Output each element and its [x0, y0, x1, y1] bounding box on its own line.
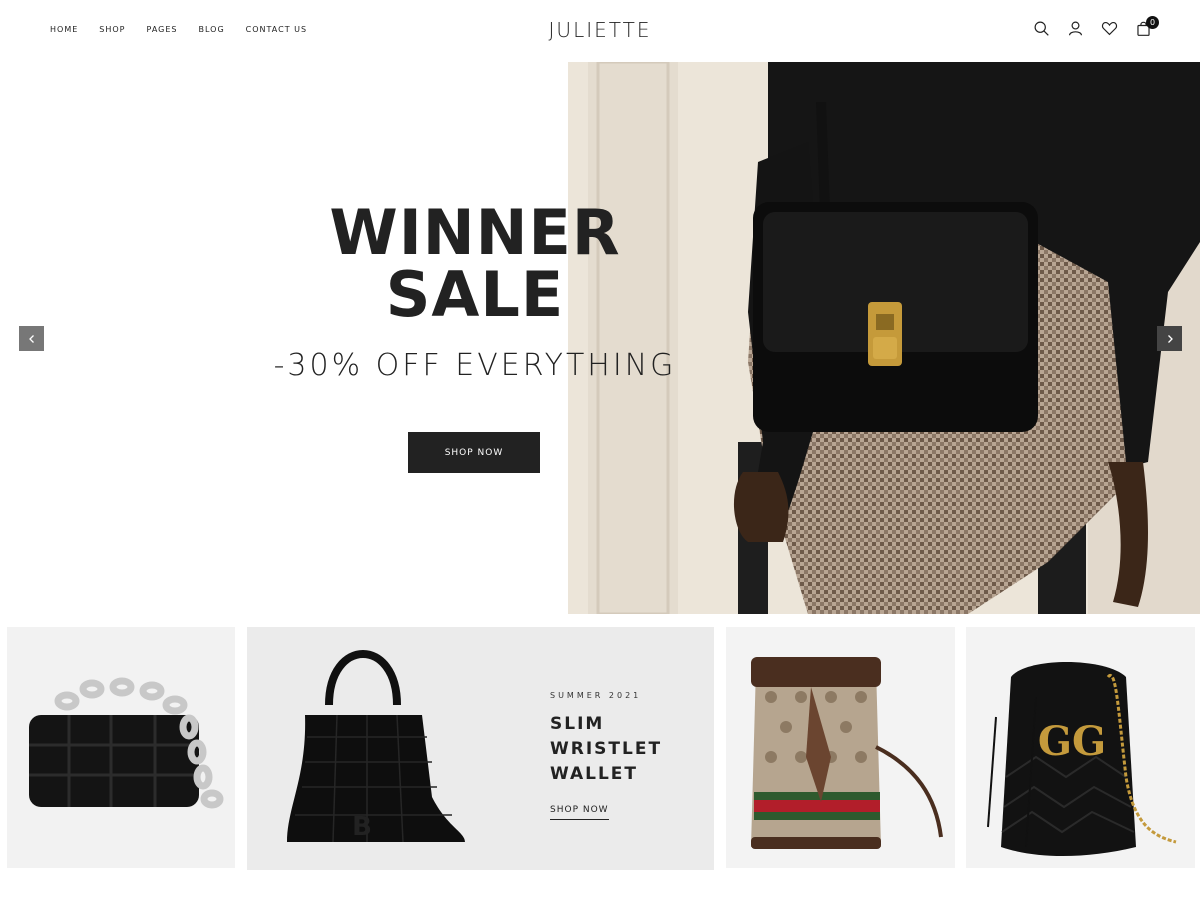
- promo-shop-now-link[interactable]: SHOP NOW: [550, 805, 609, 820]
- chevron-left-icon: [28, 334, 34, 343]
- hero-copy: WINNER SALE -30% OFF EVERYTHING: [270, 196, 680, 384]
- site-logo[interactable]: JULIETTE: [549, 18, 652, 42]
- promo-title-line1: SLIM WRISTLET: [550, 714, 663, 759]
- bag-icon[interactable]: 0: [1135, 16, 1159, 37]
- hero-shop-now-button[interactable]: SHOP NOW: [408, 432, 540, 473]
- main-nav: HOME SHOP PAGES BLOG CONTACT US: [50, 25, 328, 34]
- nav-item-home[interactable]: HOME: [50, 25, 78, 34]
- chevron-right-icon: [1167, 334, 1173, 343]
- marmont-bucket-bag-image: GG: [966, 627, 1195, 868]
- hero-title-line1: WINNER: [329, 196, 621, 269]
- product-tile-bucket-bag[interactable]: [726, 627, 955, 868]
- header-actions: 0: [1033, 16, 1159, 37]
- cart-count-badge: 0: [1146, 16, 1159, 29]
- nav-item-blog[interactable]: BLOG: [198, 25, 224, 34]
- hero-title-line2: SALE: [385, 258, 565, 331]
- hero-subtitle: -30% OFF EVERYTHING: [273, 348, 677, 383]
- svg-text:B: B: [352, 812, 372, 842]
- slider-next-button[interactable]: [1157, 326, 1182, 351]
- product-tile-marmont-bag[interactable]: GG: [966, 627, 1195, 868]
- nav-item-shop[interactable]: SHOP: [99, 25, 125, 34]
- promo-copy: SUMMER 2021 SLIM WRISTLET WALLET SHOP NO…: [550, 691, 710, 820]
- hero-slider: WINNER SALE -30% OFF EVERYTHING SHOP NOW: [0, 62, 1200, 614]
- nav-item-pages[interactable]: PAGES: [147, 25, 178, 34]
- site-header: HOME SHOP PAGES BLOG CONTACT US JULIETTE…: [0, 0, 1200, 62]
- promo-eyebrow: SUMMER 2021: [550, 691, 642, 700]
- svg-text:GG: GG: [1038, 718, 1106, 765]
- product-tile-quilted-bag[interactable]: [7, 627, 235, 868]
- promo-title-line2: WALLET: [550, 764, 639, 784]
- user-icon[interactable]: [1067, 20, 1084, 37]
- slider-prev-button[interactable]: [19, 326, 44, 351]
- promo-tile-wristlet: B SUMMER 2021 SLIM WRISTLET WALLET SHOP …: [247, 627, 714, 870]
- search-icon[interactable]: [1033, 20, 1050, 37]
- bucket-bag-image: [726, 627, 955, 868]
- nav-item-contact[interactable]: CONTACT US: [246, 25, 307, 34]
- heart-icon[interactable]: [1101, 20, 1118, 37]
- quilted-bag-image: [7, 627, 235, 868]
